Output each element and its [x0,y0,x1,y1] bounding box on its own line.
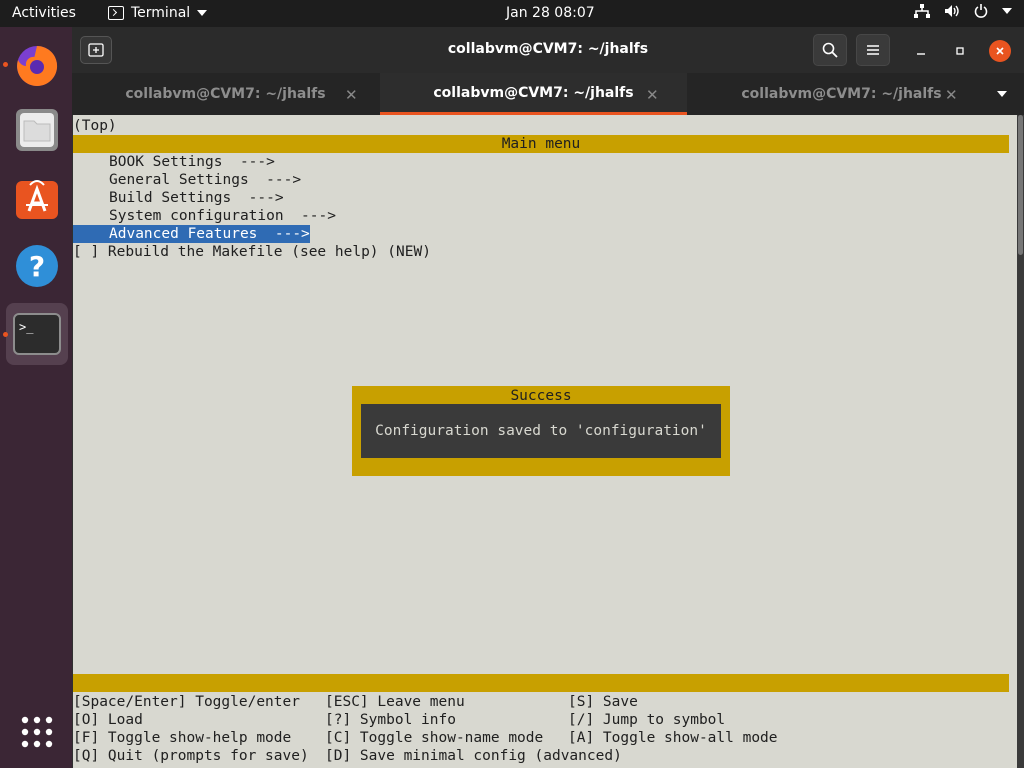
terminal-icon: >_ [13,313,61,355]
terminal-window: collabvm@CVM7: ~/jhalfs collabvm@CVM7: ~… [72,27,1024,768]
help-key: [S] Save [568,694,638,710]
firefox-icon [17,45,58,86]
help-key: [ESC] Leave menu [325,694,465,710]
hamburger-icon [867,45,879,55]
help-key: [/] Jump to symbol [568,712,726,728]
chevron-down-icon[interactable] [1002,8,1012,14]
help-key: [D] Save minimal config (advanced) [325,748,622,764]
minimize-icon [917,53,925,55]
dock-software[interactable] [6,167,68,229]
dock-running-indicator [3,332,8,337]
power-icon[interactable] [974,4,988,18]
help-separator-bar [73,674,1009,692]
maximize-button[interactable] [949,40,971,62]
app-menu-label: Terminal [131,5,191,21]
menu-item-advanced-features[interactable]: Advanced Features ---> [73,225,310,243]
close-icon[interactable]: ✕ [945,86,958,104]
chevron-down-icon [197,10,208,16]
tab-3[interactable]: collabvm@CVM7: ~/jhalfs ✕ [688,73,995,115]
activities-button[interactable]: Activities [12,5,76,21]
menu-item-book-settings[interactable]: BOOK Settings ---> [109,153,275,171]
close-icon[interactable]: ✕ [646,86,659,104]
clock[interactable]: Jan 28 08:07 [506,5,595,21]
help-icon: ? [16,245,58,287]
tab-label: collabvm@CVM7: ~/jhalfs [125,86,326,102]
svg-text:>_: >_ [19,320,34,334]
dock: ? >_ [0,27,72,768]
scrollbar[interactable] [1017,115,1024,768]
menu-item-system-configuration[interactable]: System configuration ---> [109,207,336,225]
header-bar: collabvm@CVM7: ~/jhalfs [72,27,1024,73]
minimize-button[interactable] [910,40,932,62]
breadcrumb: (Top) [73,118,117,134]
tab-1[interactable]: collabvm@CVM7: ~/jhalfs ✕ [72,73,379,115]
tab-bar: collabvm@CVM7: ~/jhalfs ✕ collabvm@CVM7:… [72,73,1024,115]
help-key: [O] Load [73,712,143,728]
close-icon [996,47,1004,55]
menu-item-build-settings[interactable]: Build Settings ---> [109,189,284,207]
terminal-icon [108,6,124,20]
volume-icon[interactable] [944,4,960,18]
dock-terminal[interactable]: >_ [6,303,68,365]
terminal-content[interactable]: (Top) Main menu BOOK Settings ---> Gener… [73,115,1024,768]
close-window-button[interactable] [989,40,1011,62]
dock-help[interactable]: ? [6,235,68,297]
network-icon[interactable] [914,4,930,18]
tab-2[interactable]: collabvm@CVM7: ~/jhalfs ✕ [380,73,687,115]
app-menu[interactable]: Terminal [108,5,208,21]
search-button[interactable] [813,34,847,66]
help-key: [Space/Enter] Toggle/enter [73,694,300,710]
menu-title: Main menu [501,136,581,152]
svg-text:?: ? [29,250,45,283]
success-dialog: Success Configuration saved to 'configur… [352,386,730,476]
help-key: [Q] Quit (prompts for save) [73,748,309,764]
close-icon[interactable]: ✕ [345,86,358,104]
tab-label: collabvm@CVM7: ~/jhalfs [741,86,942,102]
restore-icon [956,47,964,55]
dock-running-indicator [3,62,8,67]
search-icon [822,42,838,58]
top-bar: Activities Terminal Jan 28 08:07 [0,0,1024,27]
help-key: [F] Toggle show-help mode [73,730,292,746]
dock-files[interactable] [6,99,68,161]
dialog-message: Configuration saved to 'configuration' [361,404,721,458]
files-icon [16,109,58,151]
tab-label: collabvm@CVM7: ~/jhalfs [433,84,634,101]
help-key: [?] Symbol info [325,712,456,728]
software-store-icon [16,180,58,219]
help-key: [A] Toggle show-all mode [568,730,778,746]
dialog-title: Success [510,388,572,404]
system-tray[interactable] [914,4,1012,18]
show-apps-button[interactable] [6,701,68,763]
help-key: [C] Toggle show-name mode [325,730,544,746]
menu-item-rebuild-makefile[interactable]: [ ] Rebuild the Makefile (see help) (NEW… [73,243,431,261]
dock-firefox[interactable] [6,35,68,97]
app-grid-icon [21,716,53,748]
tab-menu-chevron-down-icon[interactable] [997,91,1007,97]
menu-button[interactable] [856,34,890,66]
menu-item-general-settings[interactable]: General Settings ---> [109,171,301,189]
